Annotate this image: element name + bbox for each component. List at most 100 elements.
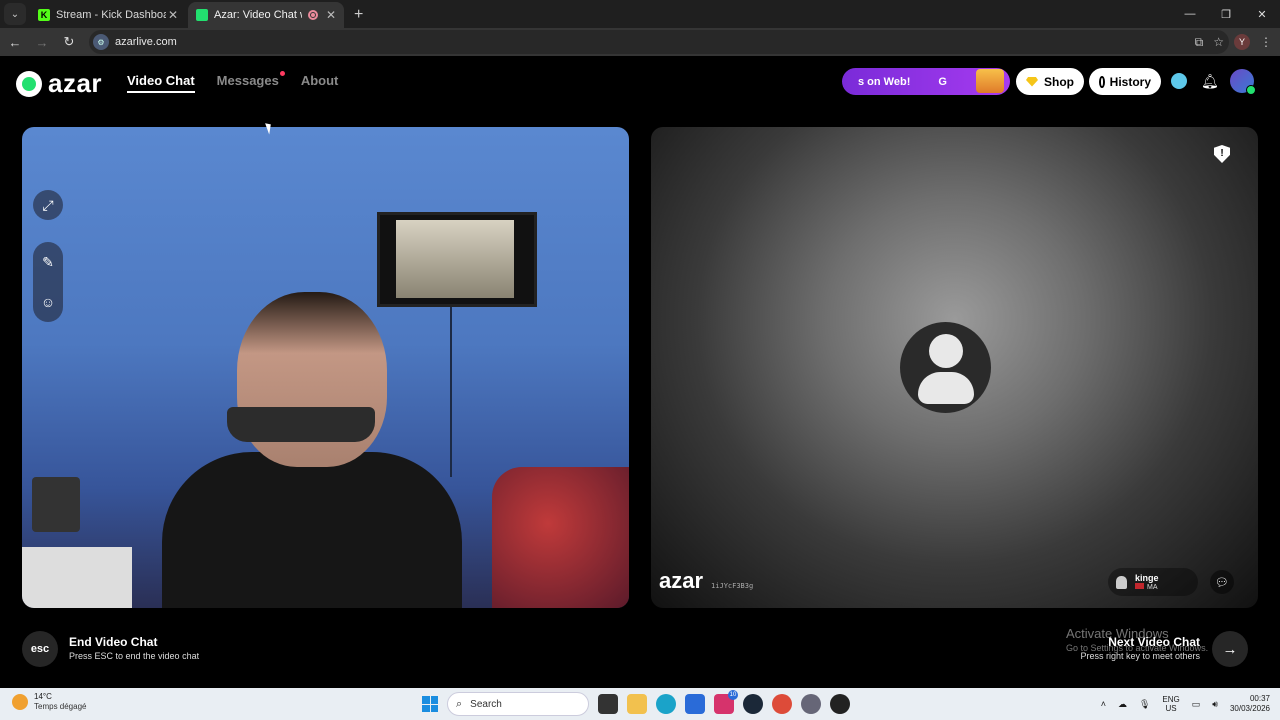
azar-page: azar Video Chat Messages About s on Web!… bbox=[0, 56, 1280, 688]
video-content bbox=[492, 467, 629, 608]
chevron-up-icon[interactable]: ˄ bbox=[1101, 699, 1106, 709]
chrome-icon[interactable] bbox=[772, 694, 792, 714]
new-tab-button[interactable]: + bbox=[354, 6, 363, 24]
edge-icon[interactable] bbox=[656, 694, 676, 714]
face-filter-icon[interactable]: ☺ bbox=[41, 294, 55, 310]
store-icon[interactable] bbox=[685, 694, 705, 714]
azar-logo[interactable]: azar bbox=[16, 68, 102, 99]
video-content bbox=[32, 477, 80, 532]
instagram-badge: 10 bbox=[728, 690, 738, 700]
clock-date: 30/03/2026 bbox=[1229, 704, 1270, 713]
treasure-chest-icon bbox=[976, 69, 1004, 93]
partner-country: MA bbox=[1147, 583, 1158, 591]
recording-icon bbox=[308, 10, 318, 20]
shop-button[interactable]: Shop bbox=[1016, 68, 1084, 95]
kick-icon: K bbox=[38, 9, 50, 21]
video-side-tools: ⤢ ✎ ☺ bbox=[33, 190, 63, 398]
bell-icon[interactable]: 🔔︎ bbox=[1201, 73, 1219, 90]
taskbar-search[interactable]: ⌕ Search bbox=[447, 692, 589, 716]
video-content bbox=[227, 407, 375, 442]
instagram-icon[interactable]: 10 bbox=[714, 690, 738, 714]
bookmark-star-icon[interactable]: ☆ bbox=[1213, 35, 1224, 49]
input-language[interactable]: ENG US bbox=[1162, 695, 1179, 713]
display-icon[interactable]: ▭ bbox=[1192, 699, 1201, 710]
partner-watermark: azar 1iJYcF3B3g bbox=[659, 568, 753, 594]
profile-avatar[interactable]: Y bbox=[1234, 34, 1250, 50]
person-head-shape bbox=[929, 334, 963, 368]
self-video bbox=[22, 127, 629, 608]
window-close-button[interactable]: ✕ bbox=[1244, 0, 1280, 28]
nav-messages-label: Messages bbox=[216, 73, 279, 88]
back-button[interactable]: ← bbox=[3, 35, 27, 50]
expand-icon[interactable]: ⤢ bbox=[33, 190, 63, 220]
tab-search-button[interactable]: ⌄ bbox=[4, 3, 26, 25]
file-explorer-icon[interactable] bbox=[627, 694, 647, 714]
video-content bbox=[22, 547, 132, 608]
tab-title: Azar: Video Chat with New bbox=[214, 9, 302, 21]
search-placeholder: Search bbox=[470, 698, 502, 710]
weather-temp: 14°C bbox=[34, 692, 52, 701]
network-icon[interactable]: ☁ bbox=[1118, 699, 1127, 710]
restore-button[interactable]: ❐ bbox=[1208, 0, 1244, 28]
history-button[interactable]: History bbox=[1089, 68, 1161, 95]
report-shield-icon[interactable]: ! bbox=[1214, 145, 1230, 163]
task-view-icon[interactable] bbox=[598, 694, 618, 714]
history-label: History bbox=[1109, 74, 1151, 89]
close-icon[interactable]: ✕ bbox=[324, 8, 338, 22]
steam-icon[interactable] bbox=[743, 694, 763, 714]
partner-name: kinge bbox=[1135, 572, 1159, 583]
azar-icon bbox=[196, 9, 208, 21]
search-icon: ⌕ bbox=[456, 697, 463, 710]
clock-time: 00:37 bbox=[1249, 694, 1270, 703]
partner-info-text: kinge MA bbox=[1135, 573, 1159, 592]
reload-button[interactable]: ↻ bbox=[57, 34, 81, 50]
clock-icon bbox=[1099, 75, 1105, 88]
nav-about[interactable]: About bbox=[301, 73, 339, 93]
windows-taskbar: 14°C Temps dégagé ⌕ Search 10 ˄ ☁ 🎙︎ ENG… bbox=[0, 688, 1280, 720]
top-nav: azar Video Chat Messages About s on Web!… bbox=[0, 56, 1280, 108]
weather-widget[interactable]: 14°C Temps dégagé bbox=[12, 692, 86, 712]
notification-dot bbox=[279, 71, 285, 76]
watermark-logo: azar bbox=[659, 568, 704, 593]
settings-gear-icon[interactable] bbox=[801, 694, 821, 714]
user-avatar[interactable] bbox=[1230, 69, 1256, 95]
partner-placeholder-avatar bbox=[900, 322, 991, 413]
watermark-id: 1iJYcF3B3g bbox=[711, 582, 754, 590]
promo-banner[interactable]: s on Web! G bbox=[842, 68, 1010, 95]
partner-country-row: MA bbox=[1135, 582, 1159, 592]
next-arrow-button[interactable]: → bbox=[1212, 631, 1248, 667]
gem-icon bbox=[1026, 76, 1038, 87]
nav-video-chat[interactable]: Video Chat bbox=[127, 73, 195, 93]
nav-links: Video Chat Messages About bbox=[127, 71, 339, 93]
chat-bubble-icon[interactable]: 💬︎ bbox=[1210, 570, 1234, 594]
microphone-icon[interactable]: 🎙︎ bbox=[1139, 699, 1150, 710]
forward-button[interactable]: → bbox=[30, 35, 54, 50]
url-text: azarlive.com bbox=[115, 36, 177, 48]
magic-wand-icon[interactable]: ✎ bbox=[42, 254, 54, 271]
flag-icon bbox=[1135, 582, 1144, 589]
minimize-button[interactable]: — bbox=[1172, 0, 1208, 28]
url-field[interactable]: ⚙ azarlive.com bbox=[89, 30, 1229, 54]
tab-kick-dashboard[interactable]: K Stream - Kick Dashboard ✕ bbox=[30, 2, 186, 28]
shop-label: Shop bbox=[1044, 74, 1074, 89]
promo-go: G bbox=[938, 75, 947, 88]
nav-messages[interactable]: Messages bbox=[216, 71, 285, 93]
partner-info-pill[interactable]: kinge MA bbox=[1108, 568, 1198, 596]
effects-group: ✎ ☺ bbox=[33, 242, 63, 322]
language-globe-icon[interactable] bbox=[1171, 73, 1187, 89]
tab-azar[interactable]: Azar: Video Chat with New ✕ bbox=[188, 2, 344, 28]
esc-button[interactable]: esc bbox=[22, 631, 58, 667]
windows-start-icon[interactable] bbox=[422, 696, 438, 712]
site-settings-icon[interactable]: ⚙ bbox=[93, 34, 109, 50]
volume-icon[interactable]: 🔊︎ bbox=[1212, 699, 1218, 710]
install-app-icon[interactable]: ⧉ bbox=[1195, 35, 1204, 50]
video-content bbox=[162, 452, 462, 608]
end-video-chat-title: End Video Chat bbox=[69, 635, 158, 649]
taskbar-apps: ⌕ Search 10 bbox=[422, 690, 850, 716]
taskbar-clock[interactable]: 00:37 30/03/2026 bbox=[1230, 694, 1270, 714]
browser-menu-icon[interactable]: ⋮ bbox=[1260, 35, 1272, 49]
weather-text: 14°C Temps dégagé bbox=[34, 692, 86, 712]
partner-video: ! azar 1iJYcF3B3g kinge MA 💬︎ bbox=[651, 127, 1258, 608]
close-icon[interactable]: ✕ bbox=[166, 8, 180, 22]
obs-icon[interactable] bbox=[830, 694, 850, 714]
